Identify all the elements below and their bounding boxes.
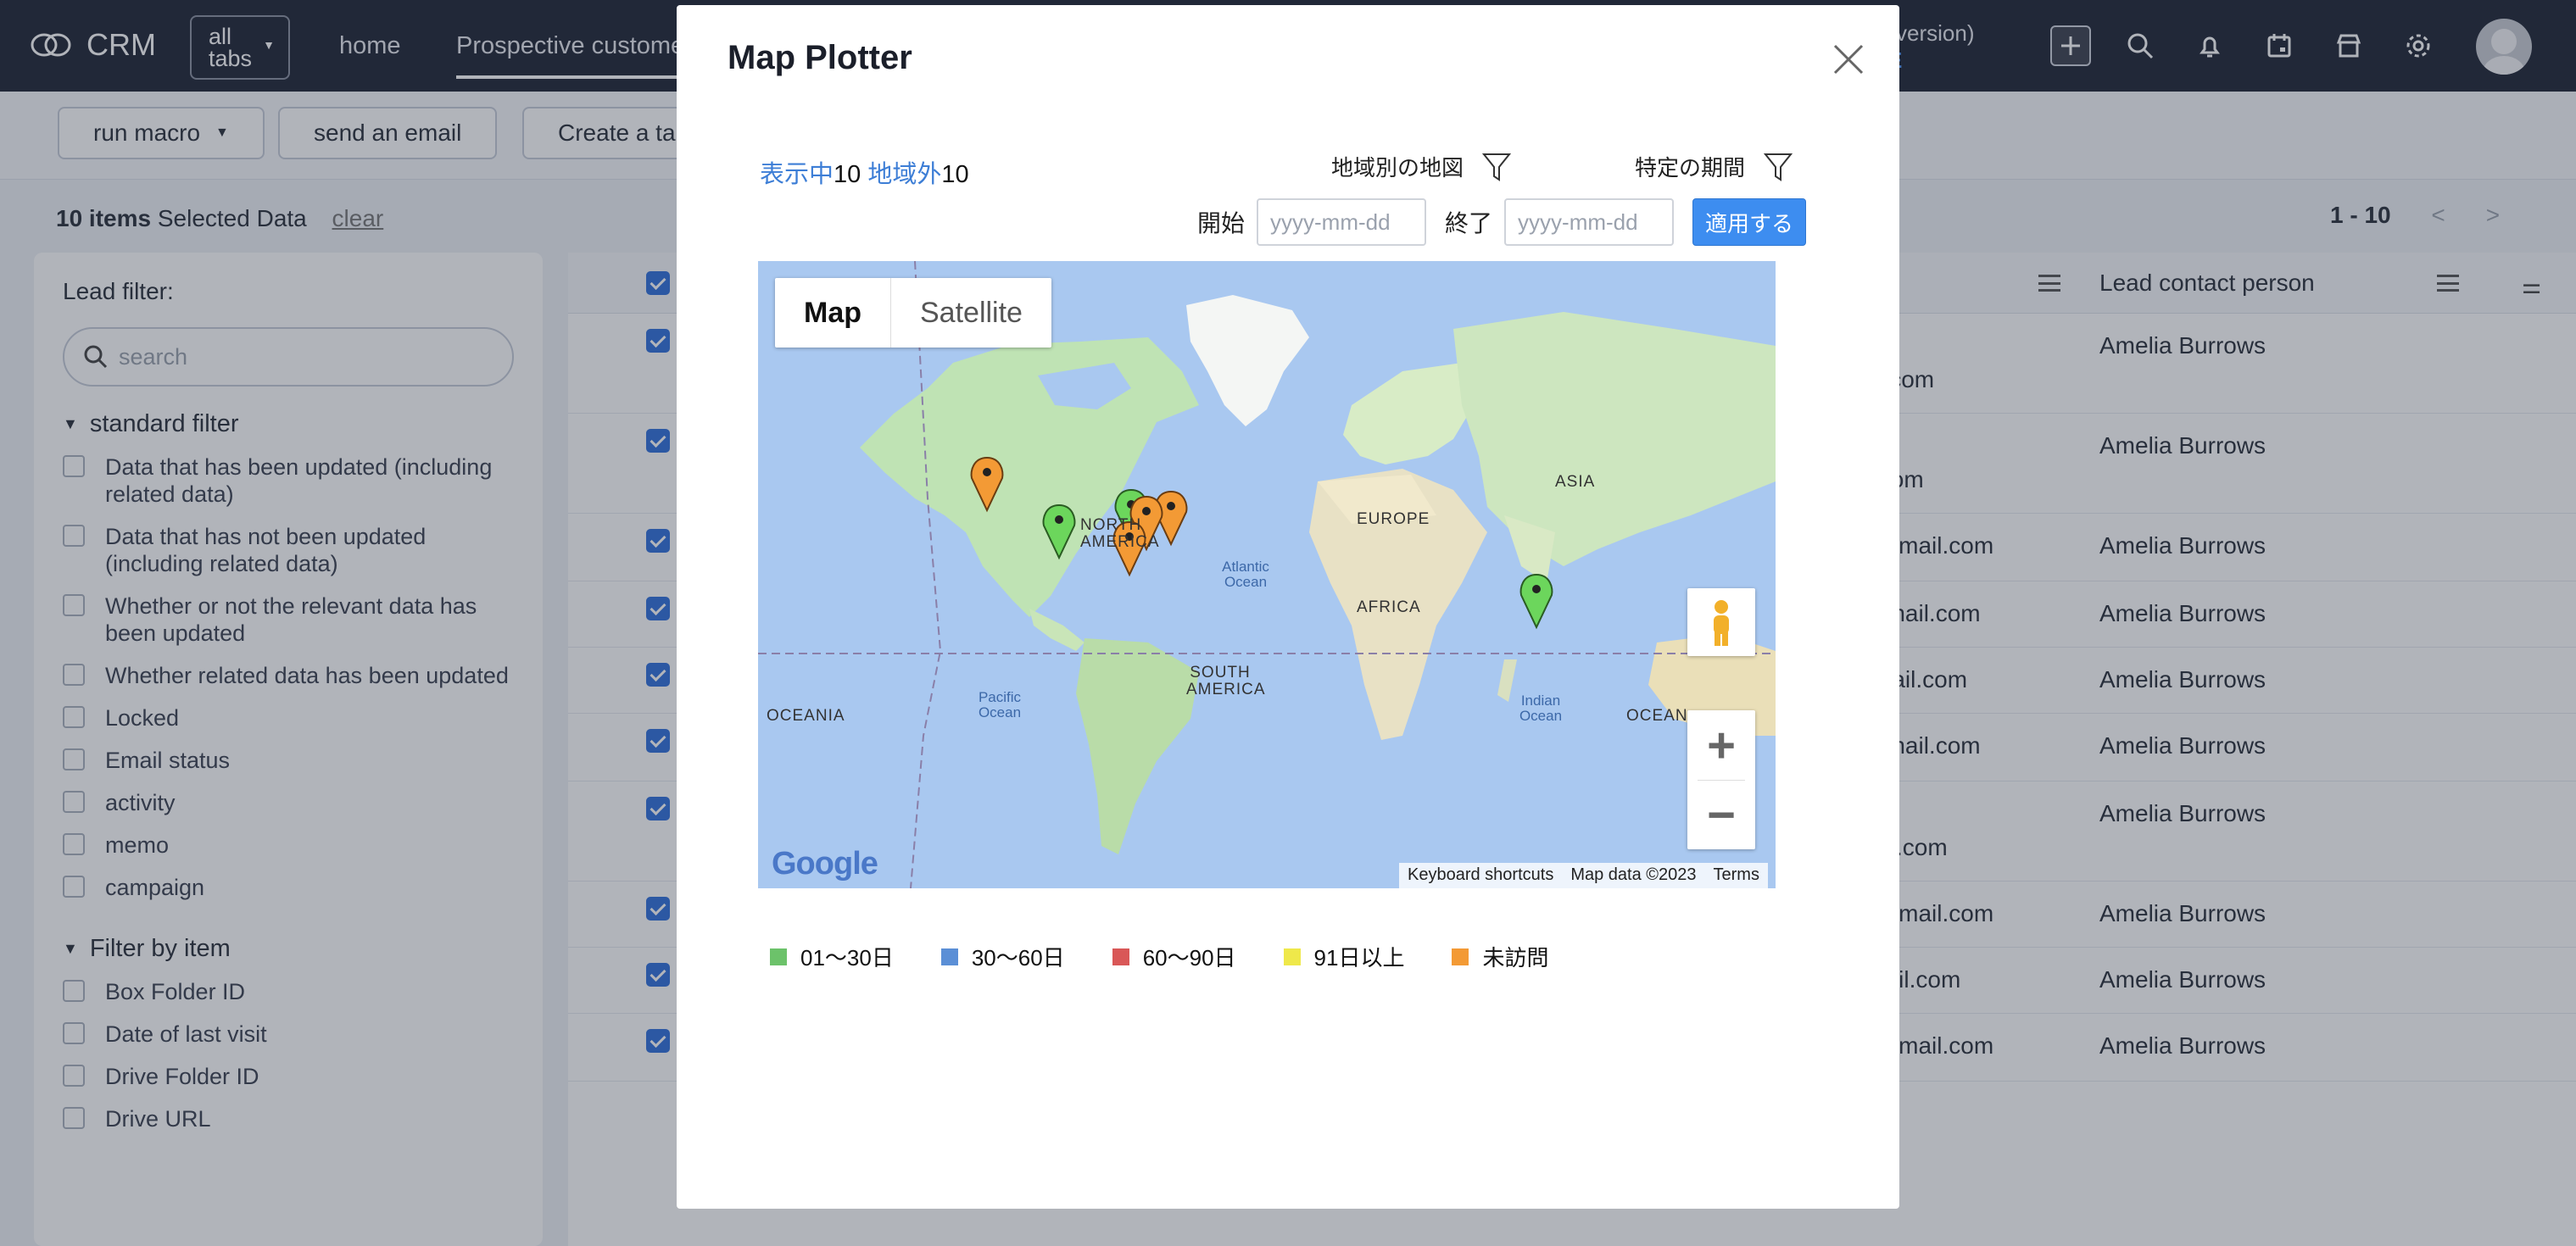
label-pacific: Pacific Ocean: [978, 689, 1022, 720]
legend-label: 01～30日: [800, 945, 894, 971]
legend-item: 30～60日: [940, 941, 1065, 972]
pegman-icon[interactable]: [1687, 588, 1755, 656]
label-indian: Indian Ocean: [1519, 693, 1563, 724]
legend-swatch: [770, 948, 787, 965]
filter-icon: [1482, 153, 1512, 181]
map-type-control: Map Satellite: [775, 278, 1051, 348]
out-of-region-count: 10: [941, 161, 969, 188]
legend-swatch: [1452, 948, 1469, 965]
legend: 01～30日 30～60日 60～90日 91日以上 未訪問: [770, 941, 1596, 972]
legend-item: 未訪問: [1452, 941, 1548, 972]
zoom-out-icon[interactable]: −: [1687, 780, 1755, 849]
legend-swatch: [1112, 948, 1129, 965]
legend-label: 91日以上: [1313, 945, 1405, 971]
legend-swatch: [1283, 948, 1301, 965]
dialog-title: Map Plotter: [728, 39, 912, 76]
label-asia: ASIA: [1555, 473, 1596, 491]
region-filter[interactable]: 地域別の地図: [1331, 151, 1512, 182]
legend-swatch: [940, 948, 958, 965]
end-date-placeholder: yyyy-mm-dd: [1518, 209, 1638, 235]
terms-link[interactable]: Terms: [1705, 863, 1768, 888]
map-footer: Keyboard shortcuts Map data ©2023 Terms: [1399, 863, 1768, 888]
zoom-in-icon[interactable]: +: [1687, 710, 1755, 780]
close-icon[interactable]: [1830, 41, 1867, 78]
zoom-control: + −: [1687, 710, 1755, 849]
world-map[interactable]: NORTH AMERICA SOUTH AMERICA EUROPE AFRIC…: [758, 261, 1776, 888]
legend-item: 91日以上: [1283, 941, 1405, 972]
keyboard-shortcuts-link[interactable]: Keyboard shortcuts: [1399, 863, 1562, 888]
legend-label: 未訪問: [1482, 945, 1549, 971]
label-south-america: SOUTH AMERICA: [1186, 664, 1266, 698]
legend-label: 30～60日: [971, 945, 1065, 971]
plot-counts: 表示中10 地域外10: [760, 154, 969, 190]
map-plotter-dialog: Map Plotter 表示中10 地域外10 地域別の地図 特定の期間 開始 …: [677, 5, 1899, 1209]
filter-icon: [1764, 153, 1793, 181]
shown-count: 10: [834, 161, 861, 188]
label-africa: AFRICA: [1357, 598, 1421, 616]
apply-button[interactable]: 適用する: [1692, 198, 1807, 246]
label-oceania-left: OCEANIA: [767, 707, 845, 725]
legend-item: 60～90日: [1112, 941, 1236, 972]
google-logo-text: Google: [772, 846, 878, 882]
start-date-input[interactable]: yyyy-mm-dd: [1257, 198, 1427, 246]
legend-item: 01～30日: [770, 941, 894, 972]
google-logo: Google: [772, 846, 878, 882]
label-atlantic: Atlantic Ocean: [1222, 559, 1269, 590]
label-oceania-right: OCEAN: [1626, 707, 1688, 725]
map-type-satellite[interactable]: Satellite: [891, 278, 1051, 348]
map-type-map[interactable]: Map: [775, 278, 891, 348]
out-of-region-label: 地域外: [867, 161, 942, 188]
shown-label: 表示中: [760, 161, 834, 188]
legend-label: 60～90日: [1142, 945, 1236, 971]
label-europe: EUROPE: [1357, 510, 1430, 528]
label-north-america: NORTH AMERICA: [1080, 516, 1160, 551]
period-filter-label: 特定の期間: [1635, 155, 1746, 181]
region-filter-label: 地域別の地図: [1331, 155, 1464, 181]
start-date-placeholder: yyyy-mm-dd: [1270, 209, 1391, 235]
end-label: 終了: [1445, 210, 1493, 236]
map-data-attribution: Map data ©2023: [1570, 865, 1697, 884]
start-label: 開始: [1197, 210, 1246, 236]
period-filter[interactable]: 特定の期間: [1635, 151, 1793, 182]
date-range-row: 開始 yyyy-mm-dd 終了 yyyy-mm-dd 適用する: [1197, 198, 1807, 246]
end-date-input[interactable]: yyyy-mm-dd: [1504, 198, 1675, 246]
